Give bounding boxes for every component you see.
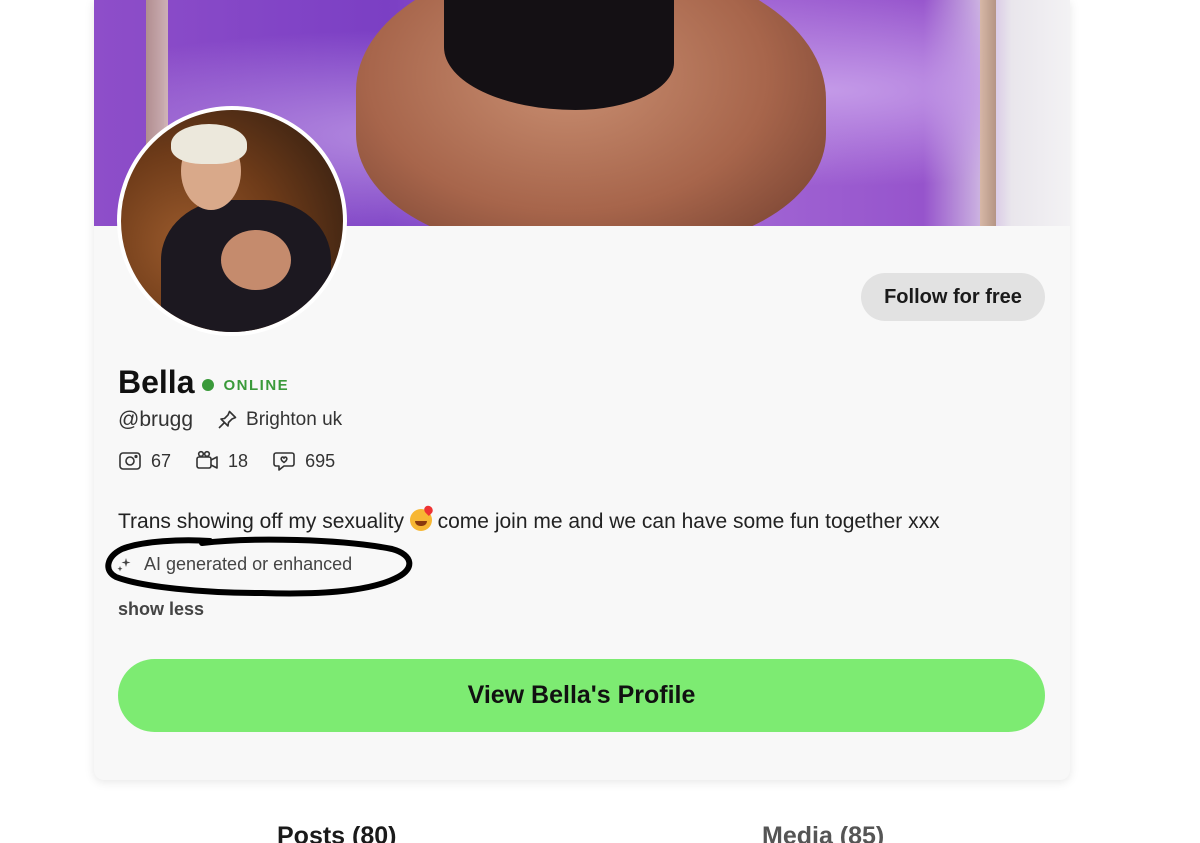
photos-count: 67 [151,450,172,471]
stat-photos: 67 [118,450,171,472]
camera-icon [119,452,141,470]
name-row: Bella ONLINE [118,364,289,401]
bio-text-start: Trans showing off my sexuality [118,510,410,533]
sparkle-icon [117,557,131,571]
ai-generated-label: AI generated or enhanced [116,554,352,575]
profile-card: Follow for free Bella ONLINE @brugg Brig… [94,0,1070,780]
chat-heart-icon [273,452,295,471]
view-profile-button[interactable]: View Bella's Profile [118,659,1045,732]
profile-tabs: Posts (80) Media (85) [0,822,1200,843]
videos-count: 18 [228,450,249,471]
profile-location: Brighton uk [246,409,343,430]
ai-label-text: AI generated or enhanced [144,554,353,574]
bio-text-end: come join me and we can have some fun to… [431,510,940,533]
show-less-link[interactable]: show less [118,599,204,620]
smiling-face-with-hearts-icon [409,509,432,531]
online-dot-icon [202,378,215,391]
profile-bio: Trans showing off my sexuality come join… [118,509,1058,534]
avatar[interactable] [117,106,347,336]
stats-row: 67 18 695 [118,450,359,472]
likes-count: 695 [305,450,336,471]
handle-row: @brugg Brighton uk [118,408,342,432]
stat-likes: 695 [272,450,335,472]
follow-button[interactable]: Follow for free [861,273,1045,321]
tab-media[interactable]: Media (85) [762,822,884,843]
profile-handle: @brugg [118,408,194,431]
page: Follow for free Bella ONLINE @brugg Brig… [0,0,1200,843]
tab-posts[interactable]: Posts (80) [277,822,396,843]
pin-icon [215,408,239,432]
online-status: ONLINE [223,376,290,394]
stat-videos: 18 [195,450,248,472]
video-icon [196,450,218,469]
profile-name: Bella [118,364,195,400]
